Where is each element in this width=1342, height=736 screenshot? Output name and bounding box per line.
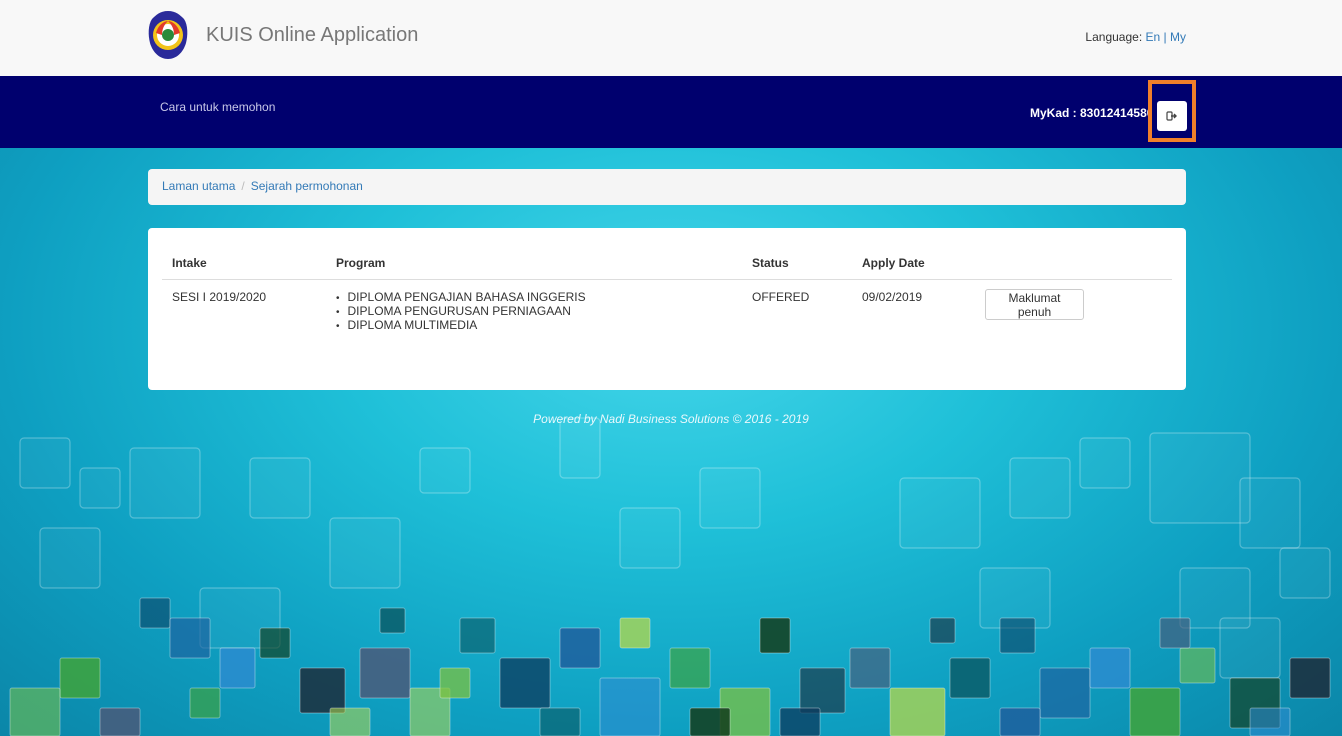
column-header-program: Program: [336, 256, 386, 270]
breadcrumb-divider: /: [241, 179, 245, 193]
column-header-status: Status: [752, 256, 789, 270]
breadcrumb: Laman utama / Sejarah permohonan: [148, 169, 1186, 205]
main-navbar: Cara untuk memohon MyKad : 830124145809: [0, 76, 1342, 148]
row-intake: SESI I 2019/2020: [172, 290, 267, 304]
breadcrumb-current-link[interactable]: Sejarah permohonan: [251, 179, 363, 193]
column-header-intake: Intake: [172, 256, 207, 270]
kuis-logo-icon: [148, 11, 188, 59]
application-history-table: Intake Program Status Apply Date SESI I …: [148, 228, 1186, 390]
program-item: DIPLOMA PENGURUSAN PERNIAGAAN: [336, 304, 586, 318]
row-status: OFFERED: [752, 290, 810, 304]
app-title: KUIS Online Application: [206, 24, 419, 46]
language-separator: |: [1163, 30, 1167, 44]
row-apply-date: 09/02/2019: [862, 290, 923, 304]
breadcrumb-home-link[interactable]: Laman utama: [162, 179, 235, 193]
full-details-button[interactable]: Maklumat penuh: [985, 289, 1084, 320]
table-header-divider: [162, 279, 1172, 280]
logout-highlight-box: [1148, 80, 1196, 142]
row-program-list: DIPLOMA PENGAJIAN BAHASA INGGERIS DIPLOM…: [336, 290, 586, 332]
footer-credit: Powered by Nadi Business Solutions © 201…: [533, 412, 809, 426]
program-item: DIPLOMA PENGAJIAN BAHASA INGGERIS: [336, 290, 586, 304]
nav-how-to-apply-link[interactable]: Cara untuk memohon: [160, 100, 275, 114]
language-switcher: Language: En | My: [1085, 30, 1186, 44]
mykad-label: MyKad : 830124145809: [1030, 106, 1150, 120]
language-en-link[interactable]: En: [1146, 30, 1161, 44]
language-my-link[interactable]: My: [1170, 30, 1186, 44]
program-item: DIPLOMA MULTIMEDIA: [336, 318, 586, 332]
top-header: KUIS Online Application Language: En | M…: [0, 0, 1342, 77]
column-header-apply-date: Apply Date: [862, 256, 925, 270]
language-label: Language:: [1085, 30, 1143, 44]
